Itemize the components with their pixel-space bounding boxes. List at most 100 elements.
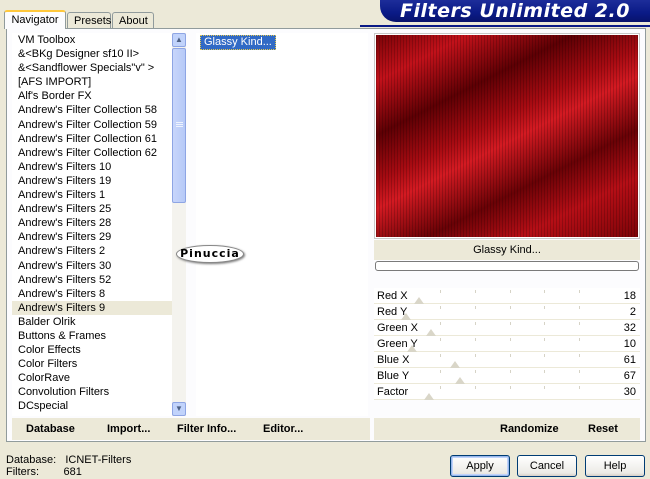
slider-tick [510, 386, 511, 389]
apply-button[interactable]: Apply [450, 455, 510, 477]
slider-thumb[interactable] [414, 297, 424, 304]
category-item[interactable]: ColorRave [12, 371, 172, 385]
slider-label: Green X [377, 322, 418, 334]
category-item[interactable]: Andrew's Filters 25 [12, 202, 172, 216]
slider-thumb[interactable] [424, 393, 434, 400]
category-item[interactable]: Andrew's Filters 2 [12, 244, 172, 258]
slider-tick [510, 322, 511, 325]
category-item[interactable]: VM Toolbox [12, 33, 172, 47]
slider-tick [440, 386, 441, 389]
scroll-grip [176, 122, 183, 123]
category-item[interactable]: &<Sandflower Specials"v" > [12, 61, 172, 75]
slider-value: 2 [629, 306, 636, 318]
slider-tick [579, 290, 580, 293]
slider-tick [544, 290, 545, 293]
parameter-sliders: Red X 18 Red Y 2 Green X 32 Green Y 10 Blue X 61 B… [374, 288, 640, 400]
slider-row[interactable]: Blue Y 67 [374, 368, 640, 384]
category-item[interactable]: Andrew's Filters 52 [12, 273, 172, 287]
category-item[interactable]: Andrew's Filters 1 [12, 188, 172, 202]
slider-tick [579, 306, 580, 309]
slider-row[interactable]: Green Y 10 [374, 336, 640, 352]
scroll-down-button[interactable]: ▼ [172, 402, 186, 416]
category-item[interactable]: DCspecial [12, 399, 172, 413]
category-item[interactable]: Convolution Filters [12, 385, 172, 399]
slider-tick [475, 306, 476, 309]
slider-thumb[interactable] [455, 377, 465, 384]
category-item[interactable]: Andrew's Filter Collection 62 [12, 146, 172, 160]
preview-toolbar: Randomize Reset [374, 418, 640, 440]
slider-tick [440, 290, 441, 293]
slider-tick [510, 354, 511, 357]
slider-row[interactable]: Green X 32 [374, 320, 640, 336]
preview-image[interactable] [376, 35, 638, 237]
category-item[interactable]: Andrew's Filter Collection 59 [12, 118, 172, 132]
category-item[interactable]: [AFS IMPORT] [12, 75, 172, 89]
tab-navigator[interactable]: Navigator [4, 10, 66, 29]
category-item[interactable]: Andrew's Filter Collection 61 [12, 132, 172, 146]
editor-button[interactable]: Editor... [263, 418, 303, 440]
slider-row[interactable]: Blue X 61 [374, 352, 640, 368]
slider-row[interactable]: Red X 18 [374, 288, 640, 304]
scroll-up-button[interactable]: ▲ [172, 33, 186, 47]
category-scrollbar[interactable]: ▲ ▼ [172, 33, 186, 416]
category-item[interactable]: Balder Olrik [12, 315, 172, 329]
filter-list[interactable]: Glassy Kind... [196, 33, 368, 416]
category-item[interactable]: &<BKg Designer sf10 II> [12, 47, 172, 61]
category-item[interactable]: Andrew's Filters 30 [12, 259, 172, 273]
slider-label: Red Y [377, 306, 408, 318]
filter-item-glassy-kind[interactable]: Glassy Kind... [200, 35, 276, 50]
reset-button[interactable]: Reset [588, 418, 618, 440]
category-item[interactable]: Color Filters [12, 357, 172, 371]
category-item[interactable]: Andrew's Filters 9 [12, 300, 172, 315]
slider-tick [544, 354, 545, 357]
category-item[interactable]: Buttons & Frames [12, 329, 172, 343]
category-item[interactable]: Andrew's Filter Collection 58 [12, 103, 172, 117]
slider-tick [440, 322, 441, 325]
preview-filter-name: Glassy Kind... [374, 240, 640, 260]
slider-tick [579, 386, 580, 389]
category-item[interactable]: Andrew's Filters 10 [12, 160, 172, 174]
randomize-button[interactable]: Randomize [500, 418, 559, 440]
tab-about[interactable]: About [112, 12, 154, 28]
slider-tick [510, 370, 511, 373]
scroll-grip [176, 126, 183, 127]
slider-tick [579, 338, 580, 341]
database-value: ICNET-Filters [65, 454, 132, 466]
database-label: Database: [6, 454, 57, 466]
slider-tick [510, 306, 511, 309]
slider-tick [510, 338, 511, 341]
slider-thumb[interactable] [450, 361, 460, 368]
cancel-button[interactable]: Cancel [517, 455, 577, 477]
category-item[interactable]: Alf's Border FX [12, 89, 172, 103]
slider-thumb[interactable] [426, 329, 436, 336]
tab-presets[interactable]: Presets [67, 12, 111, 28]
filters-count-value: 681 [63, 466, 82, 478]
category-list[interactable]: VM Toolbox &<BKg Designer sf10 II> &<Sandf… [12, 33, 172, 416]
slider-value: 30 [623, 386, 636, 398]
progress-bar [375, 261, 639, 271]
app-title: Filters Unlimited 2.0 [380, 0, 650, 22]
database-button[interactable]: Database [26, 418, 75, 440]
category-item[interactable]: Andrew's Filters 8 [12, 287, 172, 301]
slider-tick [440, 354, 441, 357]
help-button[interactable]: Help [585, 455, 645, 477]
category-item[interactable]: Color Effects [12, 343, 172, 357]
category-item[interactable]: Andrew's Filters 28 [12, 216, 172, 230]
status-area: Database: ICNET-Filters Filters: 681 [6, 454, 131, 478]
category-item[interactable]: Andrew's Filters 29 [12, 230, 172, 244]
category-item[interactable]: Andrew's Filters 19 [12, 174, 172, 188]
filter-info-button[interactable]: Filter Info... [177, 418, 236, 440]
slider-label: Blue Y [377, 370, 410, 382]
slider-tick [475, 322, 476, 325]
slider-tick [475, 338, 476, 341]
slider-tick [579, 322, 580, 325]
banner-underline [360, 25, 650, 27]
slider-row[interactable]: Factor 30 [374, 384, 640, 400]
navigator-toolbar: Database Import... Filter Info... Editor… [12, 418, 370, 440]
slider-tick [544, 338, 545, 341]
slider-tick [544, 322, 545, 325]
scroll-thumb[interactable] [172, 48, 186, 203]
import-button[interactable]: Import... [107, 418, 150, 440]
slider-row[interactable]: Red Y 2 [374, 304, 640, 320]
slider-value: 10 [623, 338, 636, 350]
